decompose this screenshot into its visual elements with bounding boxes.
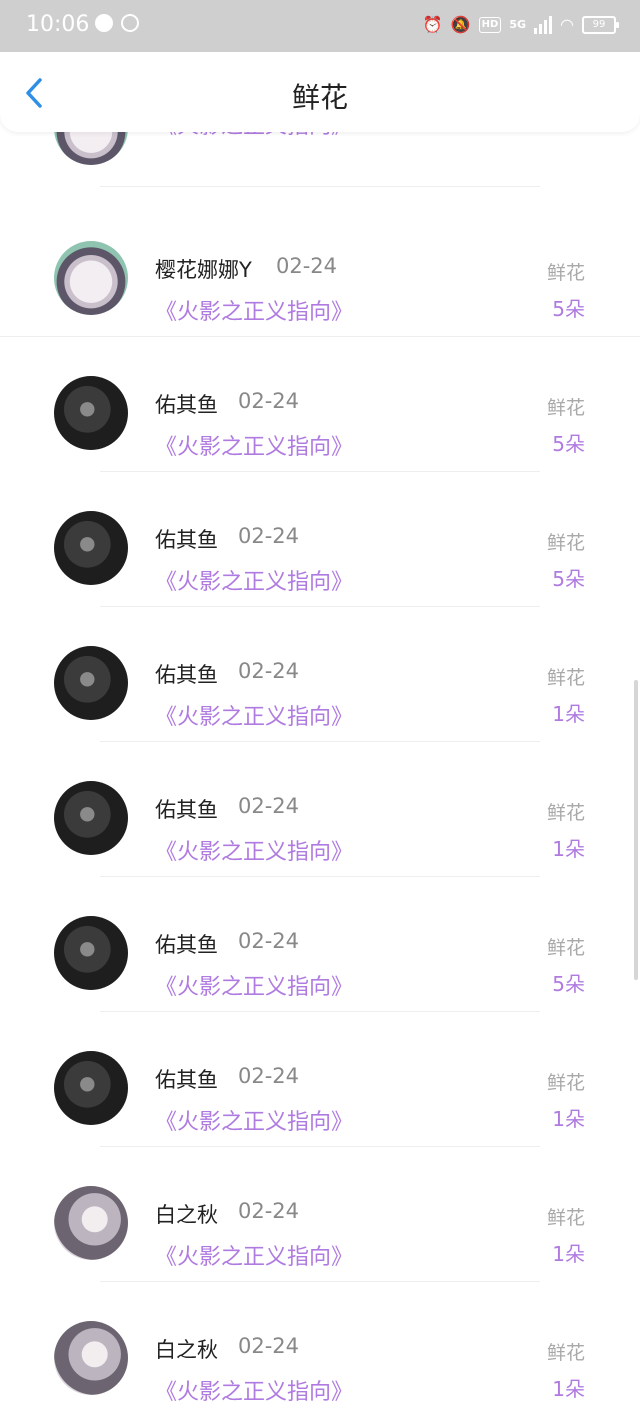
gift-type: 鲜花: [546, 802, 585, 824]
gift-type: 鲜花: [546, 262, 585, 284]
gift-count: 5朵: [552, 297, 585, 321]
book-title: 《火影之正义指向》: [155, 570, 354, 595]
gift-type: 鲜花: [546, 1072, 585, 1094]
avatar[interactable]: [54, 916, 128, 990]
wifi-icon: ◠: [560, 15, 574, 34]
book-title: 《火影之正义指向》: [155, 435, 354, 460]
avatar[interactable]: [54, 376, 128, 450]
book-title: 《火影之正义指向》: [155, 1380, 354, 1405]
avatar[interactable]: [54, 241, 128, 315]
gift-count: 1朵: [552, 1242, 585, 1266]
gift-count: 1朵: [552, 1107, 585, 1131]
status-bar: 10:06 ⏰ 🔕 HD 5G ◠ 99: [0, 0, 640, 52]
avatar[interactable]: [54, 781, 128, 855]
username: 佑其鱼: [155, 933, 218, 957]
gift-date: 02-24: [238, 389, 300, 413]
gift-date: 02-24: [238, 659, 300, 683]
avatar[interactable]: [54, 511, 128, 585]
gift-type: 鲜花: [546, 397, 585, 419]
status-time: 10:06: [26, 12, 90, 37]
username: 白之秋: [155, 1203, 218, 1227]
book-title: 《火影之正义指向》: [155, 840, 354, 865]
gift-count: 5朵: [552, 972, 585, 996]
row-divider: [100, 186, 540, 187]
username: 白之秋: [155, 1338, 218, 1362]
avatar[interactable]: [54, 1051, 128, 1125]
nav-header: 鲜花: [0, 52, 640, 132]
username: 佑其鱼: [155, 393, 218, 417]
gift-date: 02-24: [238, 929, 300, 953]
gift-date: 02-24: [238, 1064, 300, 1088]
battery-icon: 99: [582, 16, 619, 34]
username: 樱花娜娜Y: [155, 258, 252, 282]
page-title: 鲜花: [291, 81, 348, 114]
mute-icon: 🔕: [450, 15, 471, 34]
book-title: 《火影之正义指向》: [155, 705, 354, 730]
gift-type: 鲜花: [546, 1207, 585, 1229]
avatar[interactable]: [54, 1321, 128, 1395]
gift-date: 02-24: [238, 1199, 300, 1223]
username: 佑其鱼: [155, 798, 218, 822]
avatar[interactable]: [54, 646, 128, 720]
username: 佑其鱼: [155, 528, 218, 552]
app-notification-icon: [95, 14, 113, 32]
book-title: 《火影之正义指向》: [155, 1110, 354, 1135]
list-item[interactable]: 白之秋 02-24 《火影之正义指向》 鲜花 1朵: [0, 1282, 640, 1417]
scrollbar[interactable]: [634, 680, 638, 980]
signal-icon: [534, 16, 553, 34]
gift-type: 鲜花: [546, 532, 585, 554]
app-notification-icon-2: [121, 14, 139, 32]
gift-count: 1朵: [552, 1377, 585, 1401]
gift-date: 02-24: [238, 1334, 300, 1358]
book-title: 《火影之正义指向》: [155, 300, 354, 325]
username: 佑其鱼: [155, 663, 218, 687]
hd-icon: HD: [478, 17, 502, 33]
avatar[interactable]: [54, 1186, 128, 1260]
status-left-icons: [95, 14, 139, 32]
gift-date: 02-24: [276, 254, 338, 278]
gift-date: 02-24: [238, 794, 300, 818]
network-type: 5G: [509, 18, 527, 31]
status-right-icons: ⏰ 🔕 HD 5G ◠ 99: [422, 13, 619, 37]
gift-date: 02-24: [238, 524, 300, 548]
book-title: 《火影之正义指向》: [155, 975, 354, 1000]
list-item[interactable]: 佑其鱼 02-24 《火影之正义指向》 鲜花 5朵: [0, 472, 640, 607]
gift-count: 1朵: [552, 702, 585, 726]
list-item[interactable]: 佑其鱼 02-24 《火影之正义指向》 鲜花 1朵: [0, 742, 640, 877]
list-item[interactable]: 佑其鱼 02-24 《火影之正义指向》 鲜花 5朵: [0, 337, 640, 472]
list-item[interactable]: 佑其鱼 02-24 《火影之正义指向》 鲜花 1朵: [0, 607, 640, 742]
gift-count: 5朵: [552, 567, 585, 591]
list-item[interactable]: 樱花娜娜Y 02-24 《火影之正义指向》 鲜花 5朵: [0, 202, 640, 337]
list-item[interactable]: 白之秋 02-24 《火影之正义指向》 鲜花 1朵: [0, 1147, 640, 1282]
gift-type: 鲜花: [546, 667, 585, 689]
gift-type: 鲜花: [546, 1342, 585, 1364]
book-title: 《火影之正义指向》: [155, 1245, 354, 1270]
gift-count: 1朵: [552, 837, 585, 861]
gift-count: 5朵: [552, 432, 585, 456]
username: 佑其鱼: [155, 1068, 218, 1092]
list-item[interactable]: 佑其鱼 02-24 《火影之正义指向》 鲜花 5朵: [0, 877, 640, 1012]
gift-type: 鲜花: [546, 937, 585, 959]
list-item[interactable]: 佑其鱼 02-24 《火影之正义指向》 鲜花 1朵: [0, 1012, 640, 1147]
alarm-icon: ⏰: [422, 15, 443, 34]
